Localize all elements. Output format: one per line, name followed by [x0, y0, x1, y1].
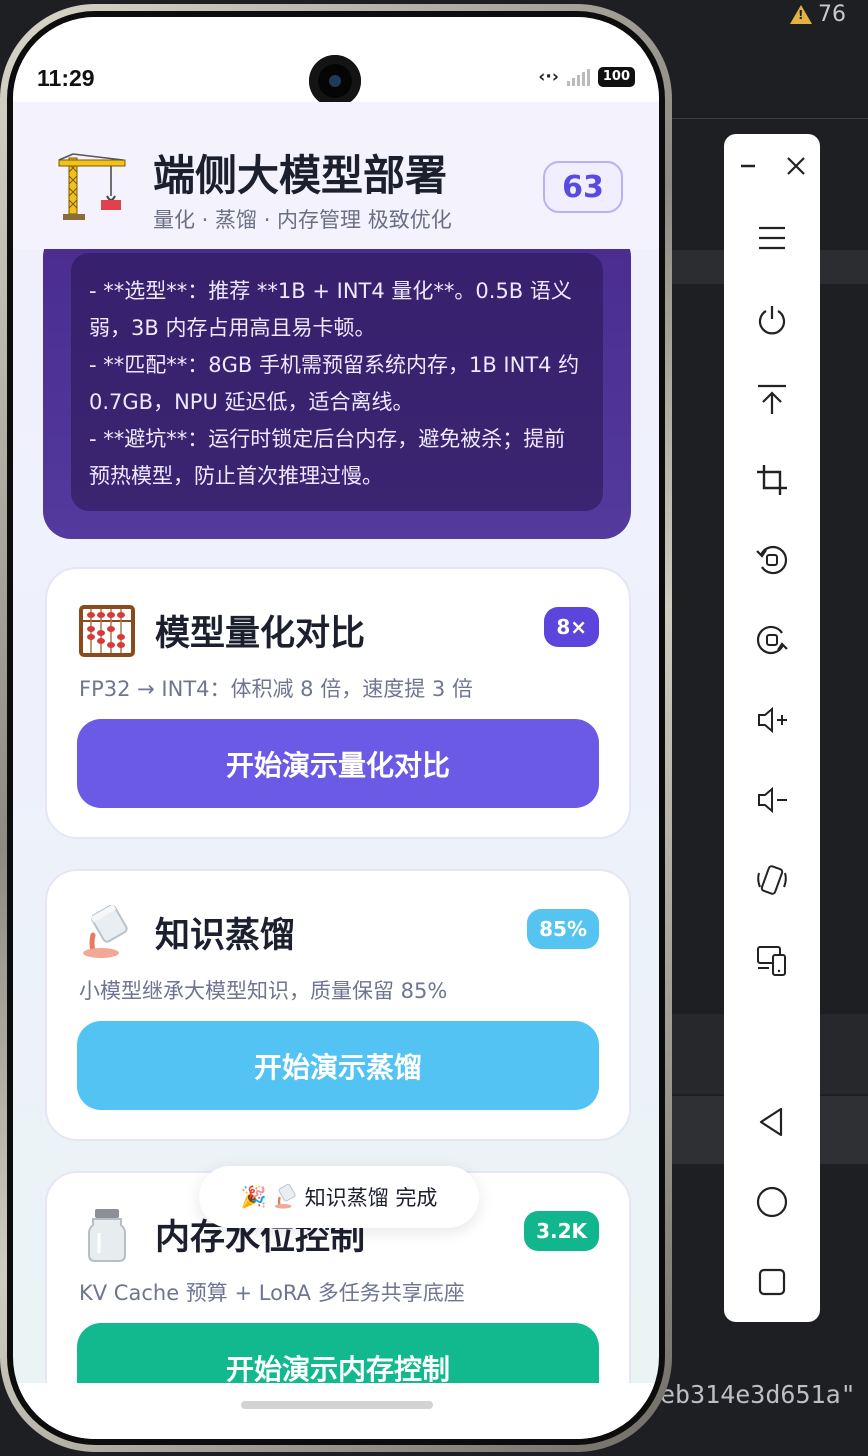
overview-button[interactable] — [724, 1252, 820, 1312]
power-icon — [758, 306, 786, 335]
distillation-card: 知识蒸馏 85% 小模型继承大模型知识，质量保留 85% 开始演示蒸馏 — [45, 869, 631, 1141]
construction-crane-icon — [58, 153, 126, 220]
back-button[interactable] — [724, 1092, 820, 1152]
card-title: 模型量化对比 — [155, 614, 366, 654]
home-indicator[interactable] — [241, 1401, 433, 1409]
multi-device-button[interactable] — [724, 930, 820, 990]
signal-icon — [566, 68, 590, 86]
crop-icon — [757, 465, 787, 495]
page-subtitle: 量化 · 蒸馏 · 内存管理 极致优化 — [153, 208, 452, 232]
page-title: 端侧大模型部署 — [153, 151, 448, 200]
home-circle-icon — [756, 1186, 788, 1218]
minimize-button[interactable] — [724, 136, 772, 196]
jar-icon — [88, 1209, 126, 1262]
pouring-liquid-icon — [274, 1184, 296, 1209]
close-icon — [787, 157, 805, 175]
party-popper-icon: 🎉 — [240, 1184, 267, 1209]
phone-frame: 11:29 ‹·› 100 端侧大模型部署 量化 · 蒸馏 · 内存管理 极致优… — [0, 4, 672, 1452]
tip-line: - **选型**：推荐 **1B + INT4 量化**。0.5B 语义弱，3B… — [89, 279, 572, 340]
app-header: 端侧大模型部署 量化 · 蒸馏 · 内存管理 极致优化 63 — [13, 102, 659, 249]
ide-code-fragment: eb314e3d651a" — [660, 1380, 856, 1409]
overview-square-icon — [758, 1268, 786, 1296]
pouring-liquid-icon — [83, 905, 128, 958]
completion-toast: 🎉 知识蒸馏 完成 — [199, 1166, 479, 1228]
rotate-right-button[interactable] — [724, 610, 820, 670]
rotate-left-button[interactable] — [724, 530, 820, 590]
status-time: 11:29 — [37, 65, 95, 91]
close-button[interactable] — [772, 136, 820, 196]
count-badge[interactable]: 63 — [543, 161, 623, 213]
data-transfer-icon: ‹·› — [538, 67, 559, 87]
minimize-icon — [741, 164, 755, 168]
card-title: 知识蒸馏 — [155, 916, 296, 956]
ide-divider — [660, 118, 868, 119]
gesture-nav-bar — [13, 1383, 659, 1439]
volume-up-icon — [758, 706, 787, 734]
abacus-icon — [79, 605, 135, 657]
start-quantization-demo-button[interactable]: 开始演示量化对比 — [77, 719, 599, 808]
volume-up-button[interactable] — [724, 690, 820, 750]
battery-icon: 100 — [597, 67, 635, 87]
quantization-card: 模型量化对比 8× FP32 → INT4：体积减 8 倍，速度提 3 倍 开始… — [45, 567, 631, 839]
card-description: FP32 → INT4：体积减 8 倍，速度提 3 倍 — [79, 677, 473, 701]
multi-device-icon — [757, 946, 786, 976]
warning-count: 76 — [818, 1, 846, 27]
start-distillation-demo-button[interactable]: 开始演示蒸馏 — [77, 1021, 599, 1110]
volume-down-icon — [758, 786, 787, 814]
card-badge: 8× — [544, 607, 599, 647]
rotate-left-icon — [756, 545, 788, 575]
warning-icon — [790, 4, 812, 24]
menu-button[interactable] — [724, 208, 820, 268]
power-button[interactable] — [724, 290, 820, 350]
front-camera — [309, 55, 361, 107]
toast-text: 知识蒸馏 完成 — [304, 1186, 438, 1210]
menu-icon — [759, 226, 785, 250]
deployment-tips-card: - **选型**：推荐 **1B + INT4 量化**。0.5B 语义弱，3B… — [43, 249, 631, 539]
rotate-right-icon — [756, 625, 788, 655]
volume-down-button[interactable] — [724, 770, 820, 830]
tips-box: - **选型**：推荐 **1B + INT4 量化**。0.5B 语义弱，3B… — [71, 253, 603, 511]
card-description: KV Cache 预算 + LoRA 多任务共享底座 — [79, 1281, 465, 1305]
card-description: 小模型继承大模型知识，质量保留 85% — [79, 979, 448, 1003]
shake-phone-icon — [757, 865, 787, 895]
arrow-up-to-top-icon — [758, 384, 786, 414]
scroll-content[interactable]: - **选型**：推荐 **1B + INT4 量化**。0.5B 语义弱，3B… — [13, 249, 659, 1439]
scroll-top-button[interactable] — [724, 370, 820, 430]
back-triangle-icon — [759, 1107, 783, 1137]
emulator-toolbar — [724, 134, 820, 1322]
ide-warning-indicator[interactable]: 76 — [790, 0, 846, 28]
tip-line: - **匹配**：8GB 手机需预留系统内存，1B INT4 约 0.7GB，N… — [89, 353, 580, 414]
shake-device-button[interactable] — [724, 850, 820, 910]
card-badge: 85% — [527, 909, 599, 949]
home-button[interactable] — [724, 1172, 820, 1232]
status-bar: 11:29 ‹·› 100 — [13, 17, 659, 107]
card-badge: 3.2K — [524, 1211, 599, 1251]
phone-screen: 11:29 ‹·› 100 端侧大模型部署 量化 · 蒸馏 · 内存管理 极致优… — [13, 17, 659, 1439]
screenshot-crop-button[interactable] — [724, 450, 820, 510]
tip-line: - **避坑**：运行时锁定后台内存，避免被杀；提前预热模型，防止首次推理过慢。 — [89, 427, 566, 488]
